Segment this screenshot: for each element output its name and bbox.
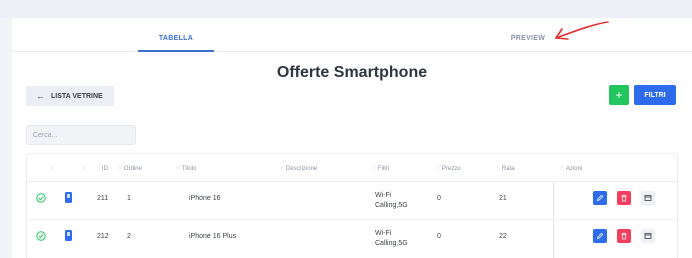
arrow-left-icon: ← [36,91,45,101]
cell-titolo: iPhone 16 Plus [189,233,237,240]
cell-filtri-line: Calling,5G [375,202,408,209]
add-button[interactable]: + [609,85,629,105]
active-tab-indicator [138,50,214,52]
annotation-arrow-icon [555,21,609,40]
col-header-prezzo[interactable]: ⁝ Prezzo [437,165,461,172]
col-header-id[interactable]: ⁝ ID [97,165,108,172]
cell-id: 211 [97,195,109,202]
details-button[interactable] [641,191,655,205]
pencil-icon [596,232,604,240]
window-icon [644,195,652,201]
smartphone-icon [65,230,72,241]
page-title: Offerte Smartphone [276,64,428,81]
cell-id: 212 [97,233,109,240]
back-to-list-button[interactable]: ← LISTA VETRINE [26,86,114,106]
delete-button[interactable] [617,229,631,243]
tab-tabella[interactable]: TABELLA [150,35,202,42]
offers-table: ⁝ ⁝ ⁝ ID ⁝ Ordine ⁝ Titolo ⁝ Descrizione ⁝ Fi… [26,153,679,258]
details-button[interactable] [641,229,655,243]
col-header-azioni: ⁝ Azioni [561,166,583,172]
check-circle-icon [36,193,46,203]
cell-filtri: Wi-Fi Calling,5G [375,229,408,249]
cell-prezzo: 0 [437,195,441,202]
filters-button[interactable]: FILTRI [634,85,676,105]
cell-filtri-line: Wi-Fi [375,192,392,199]
cell-filtri-line: Calling,5G [375,240,408,247]
window-icon [644,233,652,239]
cell-filtri: Wi-Fi Calling,5G [375,191,408,211]
cell-titolo: iPhone 16 [189,195,221,202]
main-card: TABELLA PREVIEW Offerte Smartphone ← LIS… [12,18,692,258]
edit-button[interactable] [593,229,607,243]
cell-filtri-line: Wi-Fi [375,230,392,237]
col-header-rata[interactable]: ⁝ Rata [497,165,515,172]
search-input[interactable] [26,125,136,145]
col-header-filtri[interactable]: ⁝ Filtri [373,165,389,172]
cell-prezzo: 0 [437,233,441,240]
cell-rata: 21 [499,195,507,202]
table-row: 211 1 iPhone 16 Wi-Fi Calling,5G 0 21 [27,182,679,218]
cell-ordine: 1 [127,195,131,202]
col-header-icon[interactable]: ⁝ [83,165,88,172]
trash-icon [621,232,627,240]
col-header-ordine[interactable]: ⁝ Ordine [119,165,142,172]
trash-icon [621,194,627,202]
col-header-select[interactable]: ⁝ [51,165,56,172]
col-header-titolo[interactable]: ⁝ Titolo [177,165,196,172]
delete-button[interactable] [617,191,631,205]
back-button-label: LISTA VETRINE [51,92,103,100]
check-circle-icon [36,231,46,241]
cell-ordine: 2 [127,233,131,240]
pencil-icon [596,194,604,202]
table-row: 212 2 iPhone 16 Plus Wi-Fi Calling,5G 0 … [27,220,679,256]
top-strip [0,0,692,18]
tab-preview[interactable]: PREVIEW [506,35,550,42]
smartphone-icon [65,192,72,203]
edit-button[interactable] [593,191,607,205]
cell-rata: 22 [499,233,507,240]
col-header-descrizione[interactable]: ⁝ Descrizione [281,165,317,172]
